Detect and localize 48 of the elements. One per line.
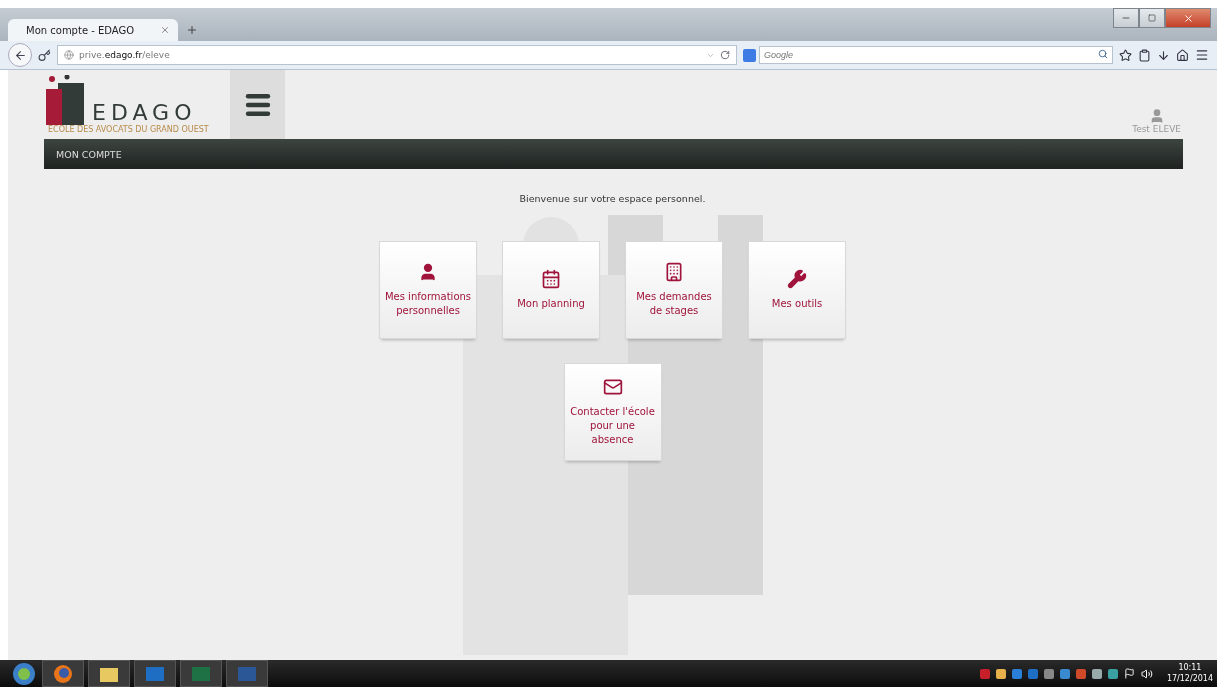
- logo-name: EDAGO: [92, 100, 197, 125]
- back-button[interactable]: [8, 43, 32, 67]
- address-bar[interactable]: prive.edago.fr/eleve: [57, 45, 737, 65]
- clipboard-icon[interactable]: [1138, 48, 1151, 62]
- menu-button[interactable]: [230, 70, 285, 139]
- welcome-text: Bienvenue sur votre espace personnel.: [518, 193, 707, 204]
- menu-tile[interactable]: Mon planning: [502, 241, 600, 339]
- key-icon[interactable]: [38, 48, 51, 62]
- menu-icon[interactable]: [1195, 48, 1209, 62]
- taskbar-app[interactable]: [42, 660, 84, 687]
- menu-tile[interactable]: Mes informations personnelles: [379, 241, 477, 339]
- minimize-button[interactable]: [1113, 8, 1139, 28]
- new-tab-icon[interactable]: [186, 24, 198, 36]
- download-icon[interactable]: [1157, 48, 1170, 62]
- tray-icon[interactable]: [995, 668, 1006, 679]
- restore-icon: [1148, 14, 1156, 22]
- globe-app-icon: [53, 663, 73, 684]
- logo-tagline: ECOLE DES AVOCATS DU GRAND OUEST: [48, 125, 210, 134]
- person-icon: [418, 262, 438, 282]
- menu-tile[interactable]: Mes demandes de stages: [625, 241, 723, 339]
- back-arrow-icon: [13, 48, 27, 62]
- search-icon[interactable]: [1098, 49, 1108, 59]
- menu-tile[interactable]: Mes outils: [748, 241, 846, 339]
- envelope-icon: [602, 377, 623, 397]
- restore-button[interactable]: [1139, 8, 1165, 28]
- tray-icon[interactable]: [1043, 668, 1054, 679]
- menu-tile[interactable]: Contacter l'école pour une absence: [563, 363, 662, 461]
- close-icon: [1182, 12, 1194, 24]
- tray-icon[interactable]: [1059, 668, 1070, 679]
- building-icon: [664, 262, 684, 282]
- home-icon[interactable]: [1176, 48, 1189, 62]
- close-icon[interactable]: [160, 25, 170, 35]
- taskbar-app[interactable]: [88, 660, 130, 687]
- nav-link[interactable]: MON COMPTE: [56, 148, 122, 160]
- tray-icon[interactable]: [1107, 668, 1118, 679]
- tray-icon[interactable]: [1075, 668, 1086, 679]
- star-icon[interactable]: [1119, 48, 1132, 62]
- start-button[interactable]: [10, 661, 38, 686]
- browser-tab[interactable]: Mon compte - EDAGO: [8, 19, 178, 41]
- tray-icon[interactable]: [1011, 668, 1022, 679]
- search-field[interactable]: Google: [759, 46, 1113, 64]
- tray-icon[interactable]: [1091, 668, 1102, 679]
- volume-icon[interactable]: [1140, 667, 1153, 680]
- flag-icon[interactable]: [1123, 668, 1135, 679]
- calendar-icon: [541, 269, 561, 289]
- clock[interactable]: 10:11 17/12/2014: [1166, 663, 1213, 684]
- logo-icon: [44, 75, 86, 125]
- wrench-icon: [787, 269, 807, 289]
